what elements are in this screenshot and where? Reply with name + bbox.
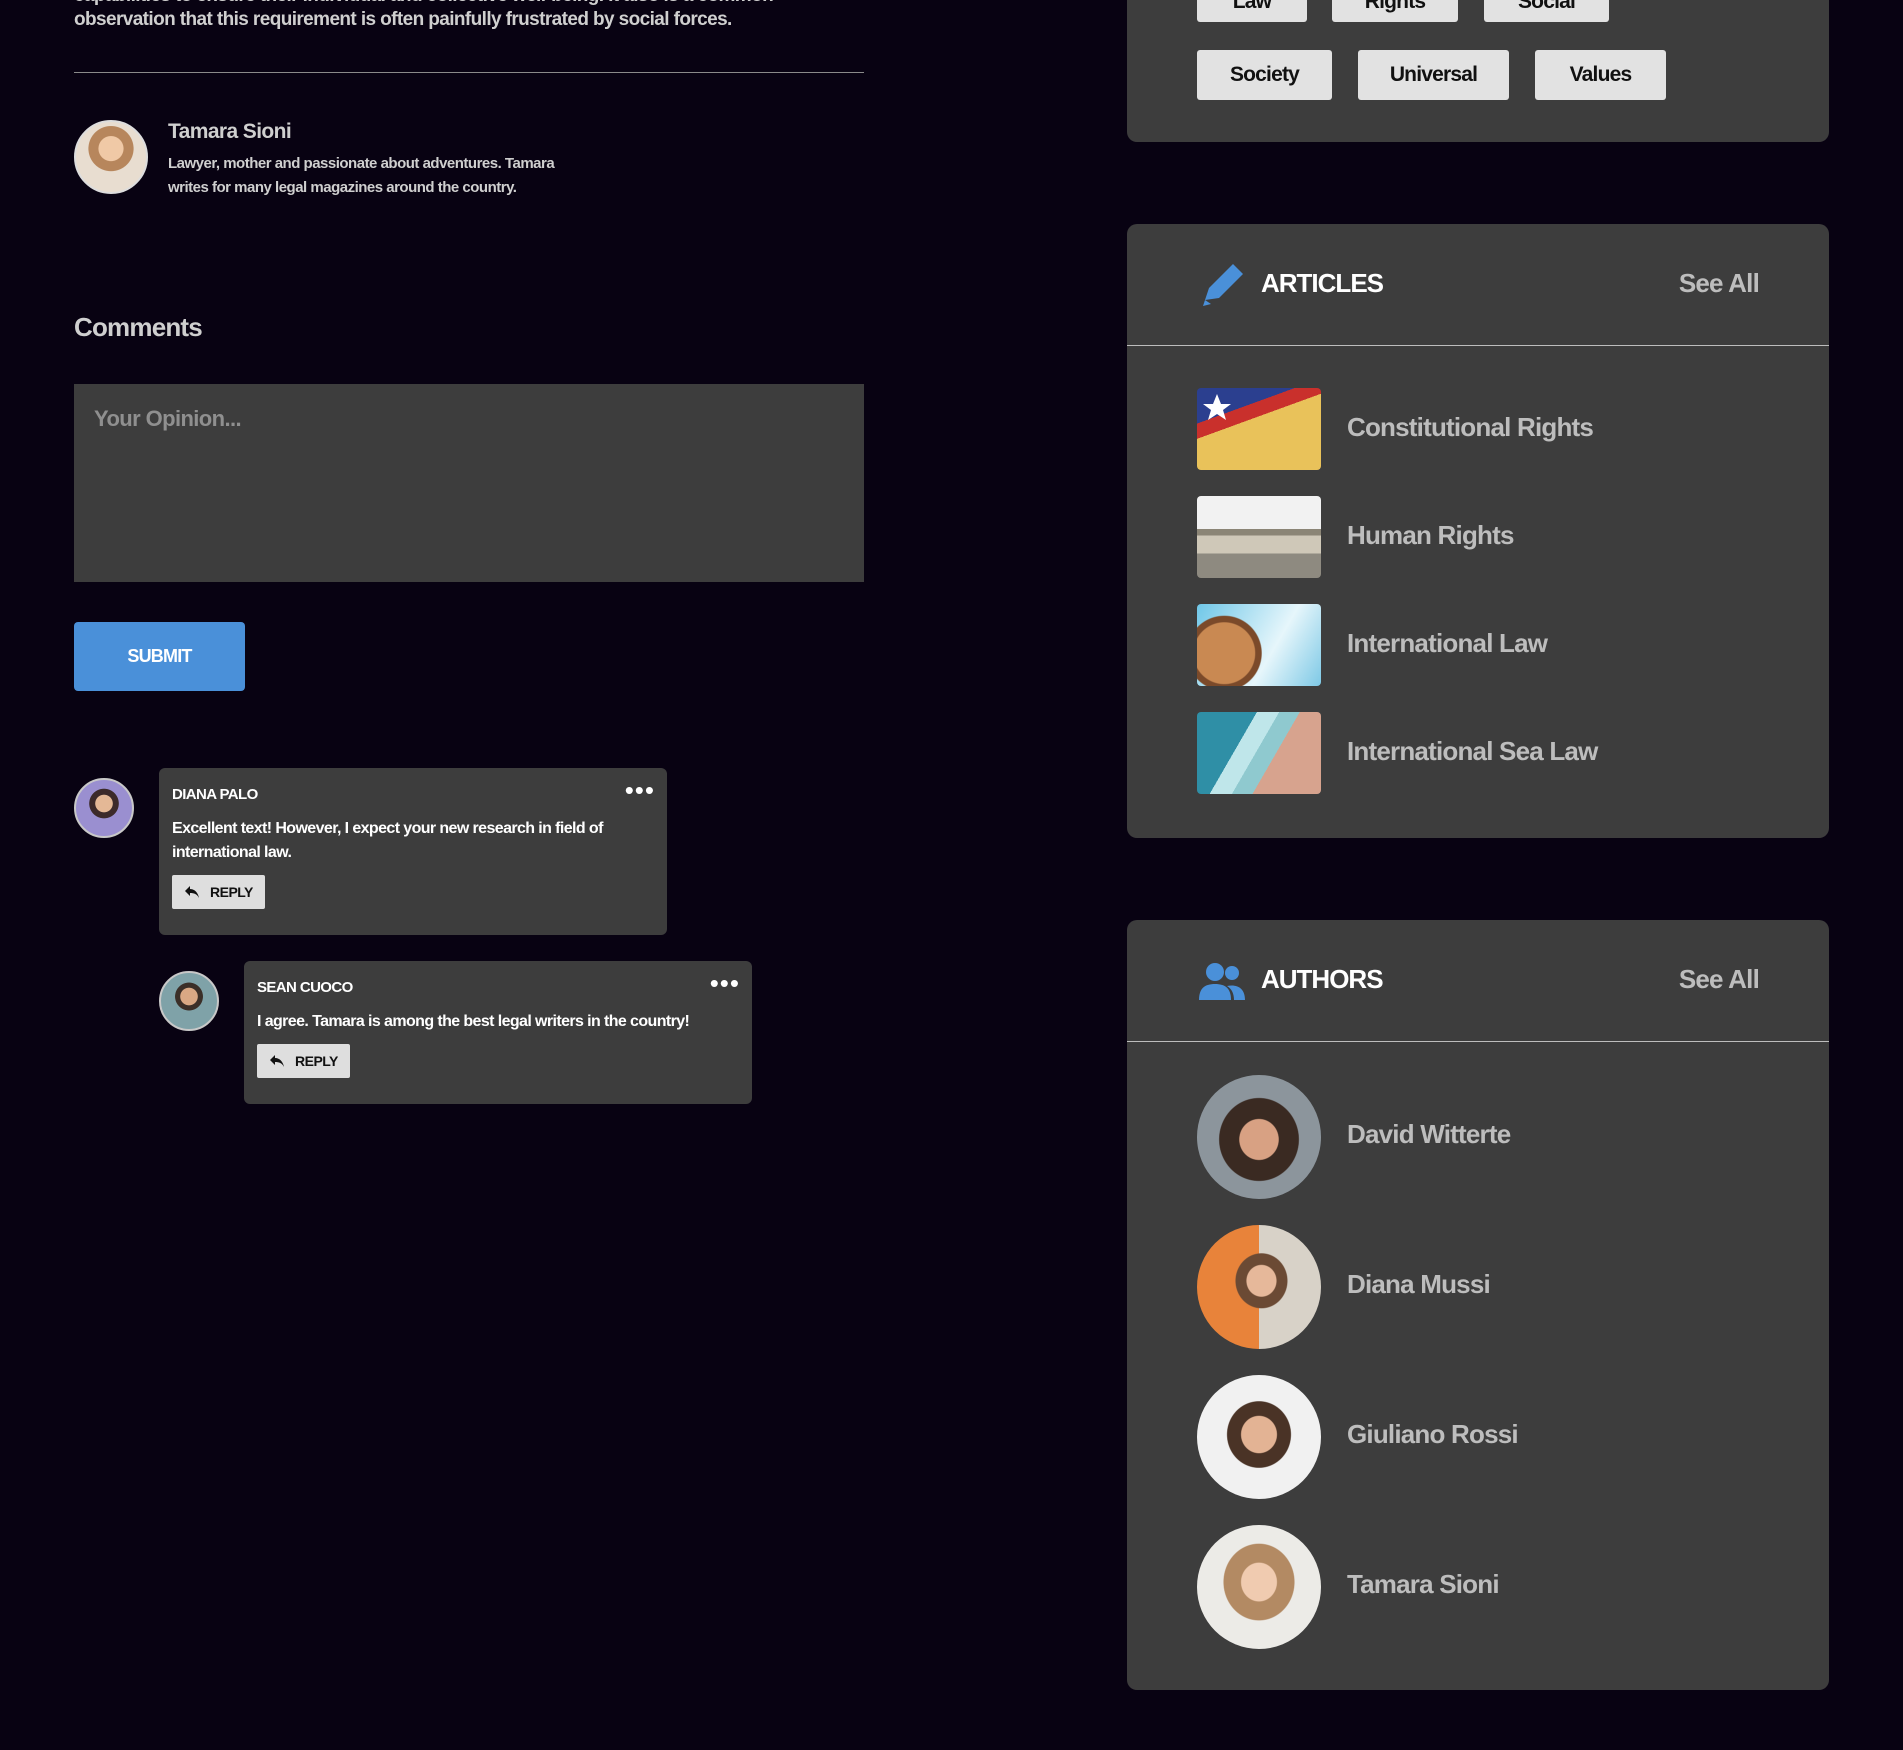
author-avatar[interactable] — [74, 120, 148, 194]
article-title: International Sea Law — [1347, 736, 1598, 766]
author-item[interactable]: Giuliano Rossi — [1197, 1375, 1777, 1499]
authors-see-all-link[interactable]: See All — [1679, 964, 1760, 995]
reply-icon — [185, 886, 199, 898]
tag[interactable]: Rights — [1332, 0, 1458, 22]
tag[interactable]: Society — [1197, 50, 1332, 100]
reply-label: REPLY — [295, 1053, 338, 1069]
article-text: capabilities to ensure their individual … — [74, 0, 774, 30]
author-photo — [1197, 1375, 1321, 1499]
article-item[interactable]: International Law — [1197, 604, 1777, 686]
articles-header: ARTICLES See All — [1127, 224, 1829, 346]
authors-header: AUTHORS See All — [1127, 920, 1829, 1042]
star-icon — [1203, 394, 1231, 420]
article-item[interactable]: Constitutional Rights — [1197, 388, 1777, 470]
opinion-input[interactable] — [74, 384, 864, 582]
author-box: Tamara Sioni Lawyer, mother and passiona… — [74, 120, 774, 200]
article-thumbnail — [1197, 388, 1321, 470]
tag[interactable]: Law — [1197, 0, 1307, 22]
submit-button[interactable]: SUBMIT — [74, 622, 245, 691]
comment-box: DIANA PALO ••• Excellent text! However, … — [159, 768, 667, 935]
comment-text: I agree. Tamara is among the best legal … — [257, 1013, 690, 1030]
article-item[interactable]: Human Rights — [1197, 496, 1777, 578]
tag[interactable]: Values — [1535, 50, 1666, 100]
author-item[interactable]: Diana Mussi — [1197, 1225, 1777, 1349]
commenter-name[interactable]: DIANA PALO — [172, 786, 655, 803]
commenter-name[interactable]: SEAN CUOCO — [257, 979, 740, 996]
author-item[interactable]: David Witterte — [1197, 1075, 1777, 1199]
article-title: Human Rights — [1347, 520, 1514, 550]
commenter-avatar[interactable] — [159, 971, 219, 1031]
reply-label: REPLY — [210, 884, 253, 900]
author-photo — [1197, 1075, 1321, 1199]
article-item[interactable]: International Sea Law — [1197, 712, 1777, 794]
article-thumbnail — [1197, 604, 1321, 686]
divider — [74, 72, 864, 73]
authors-title: AUTHORS — [1261, 964, 1384, 994]
author-name: Tamara Sioni — [1347, 1569, 1500, 1599]
more-options-icon[interactable]: ••• — [710, 970, 740, 996]
articles-title: ARTICLES — [1261, 268, 1384, 298]
article-title: International Law — [1347, 628, 1548, 658]
authors-card: AUTHORS See All David Witterte Diana Mus… — [1127, 920, 1829, 1690]
reply-icon — [270, 1055, 284, 1067]
author-photo — [1197, 1225, 1321, 1349]
tag[interactable]: Universal — [1358, 50, 1509, 100]
reply-button[interactable]: REPLY — [172, 875, 265, 909]
reply-button[interactable]: REPLY — [257, 1044, 350, 1078]
author-name: Diana Mussi — [1347, 1269, 1491, 1299]
comment-text: Excellent text! However, I expect your n… — [172, 820, 603, 861]
author-item[interactable]: Tamara Sioni — [1197, 1525, 1777, 1649]
more-options-icon[interactable]: ••• — [625, 777, 655, 803]
article-thumbnail — [1197, 712, 1321, 794]
page: capabilities to ensure their individual … — [0, 0, 1903, 1750]
comments-title: Comments — [74, 312, 203, 342]
author-photo — [1197, 1525, 1321, 1649]
tags-card: Law Rights Social Society Universal Valu… — [1127, 0, 1829, 142]
users-icon — [1199, 963, 1245, 1000]
articles-card: ARTICLES See All Constitutional Rights H… — [1127, 224, 1829, 838]
tag[interactable]: Social — [1484, 0, 1609, 22]
author-name[interactable]: Tamara Sioni — [168, 120, 292, 144]
author-name: Giuliano Rossi — [1347, 1419, 1519, 1449]
author-name: David Witterte — [1347, 1119, 1511, 1149]
article-title: Constitutional Rights — [1347, 412, 1594, 442]
pencil-icon — [1203, 264, 1243, 306]
commenter-avatar[interactable] — [74, 778, 134, 838]
author-bio: Lawyer, mother and passionate about adve… — [168, 155, 555, 196]
article-thumbnail — [1197, 496, 1321, 578]
articles-see-all-link[interactable]: See All — [1679, 268, 1760, 299]
comment-box: SEAN CUOCO ••• I agree. Tamara is among … — [244, 961, 752, 1104]
